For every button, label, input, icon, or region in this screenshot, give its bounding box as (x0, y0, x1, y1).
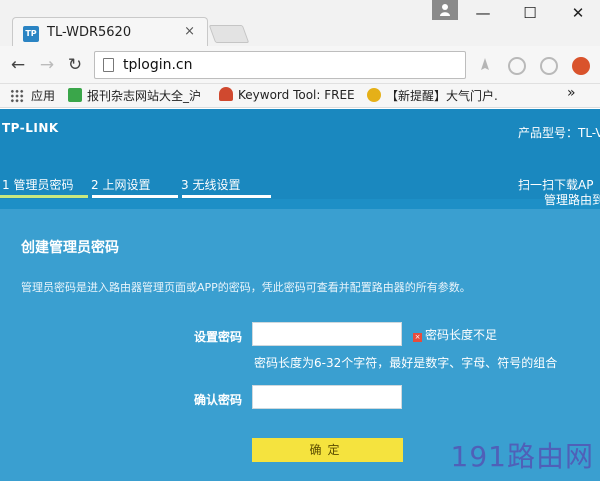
page-icon (103, 58, 114, 72)
password-error-text: 密码长度不足 (425, 328, 498, 342)
close-window-button[interactable]: ✕ (563, 4, 593, 22)
back-button[interactable]: ← (8, 55, 28, 75)
user-profile-button[interactable] (432, 0, 458, 20)
refresh-green-icon (68, 88, 82, 102)
router-setup-page: TP-LINK 产品型号：TL-V 1 管理员密码 2 上网设置 3 无线设置 … (0, 109, 600, 481)
tab-title: TL-WDR5620 (47, 25, 132, 40)
extension-icon[interactable] (540, 57, 558, 75)
set-password-label: 设置密码 (194, 330, 243, 344)
bookmark-apps[interactable]: 应用 (31, 87, 55, 104)
tab-close-icon[interactable]: × (184, 24, 195, 39)
apps-grid-icon[interactable] (10, 89, 24, 103)
extension-icon[interactable] (508, 57, 526, 75)
tp-link-favicon-icon: TP (23, 26, 39, 42)
bookmark-item[interactable]: 报刊杂志网站大全_沪 (68, 87, 201, 104)
forward-button[interactable]: → (37, 55, 57, 75)
browser-tab[interactable]: TP TL-WDR5620 × (12, 17, 208, 47)
confirm-password-label: 确认密码 (194, 393, 243, 407)
product-model-label: 产品型号：TL-V (518, 126, 600, 140)
router-header: TP-LINK 产品型号：TL-V 1 管理员密码 2 上网设置 3 无线设置 … (0, 109, 600, 223)
url-text: tplogin.cn (123, 57, 193, 73)
voice-extension-icon[interactable] (476, 56, 494, 76)
address-bar[interactable]: tplogin.cn (94, 51, 466, 79)
bookmark-item[interactable]: Keyword Tool: FREE (219, 87, 355, 102)
bookmarks-bar: 应用 报刊杂志网站大全_沪 Keyword Tool: FREE 【新提醒】大气… (0, 84, 600, 108)
step-progress-bar (92, 195, 178, 198)
bookmark-item[interactable]: 【新提醒】大气门户. (367, 87, 498, 104)
error-x-icon: × (413, 333, 422, 342)
minimize-button[interactable]: — (468, 4, 498, 22)
step-internet-settings[interactable]: 2 上网设置 (91, 176, 150, 193)
maximize-button[interactable]: ☐ (515, 4, 545, 22)
password-hint: 密码长度为6-32个字符，最好是数字、字母、符号的组合 (254, 356, 558, 370)
step-admin-password[interactable]: 1 管理员密码 (2, 176, 73, 193)
browser-toolbar: ← → ↻ tplogin.cn (0, 46, 600, 84)
step-progress-bar (182, 195, 271, 198)
card-description: 管理员密码是进入路由器管理页面或APP的密码，凭此密码可查看并配置路由器的所有参… (21, 281, 471, 294)
reload-button[interactable]: ↻ (65, 55, 85, 75)
site-watermark: 191路由网 (450, 440, 594, 473)
user-icon (440, 4, 450, 16)
submit-button[interactable]: 确定 (252, 438, 403, 462)
flame-icon (219, 87, 233, 101)
step-wireless-settings[interactable]: 3 无线设置 (181, 176, 240, 193)
step-progress-bar-active (0, 195, 88, 198)
card-title: 创建管理员密码 (21, 240, 119, 256)
new-tab-button[interactable] (208, 25, 250, 43)
tp-link-logo: TP-LINK (2, 121, 59, 135)
trophy-icon (367, 88, 381, 102)
scan-manage-router-text: 管理路由到 (544, 193, 600, 207)
set-password-input[interactable] (252, 322, 402, 346)
password-error: × 密码长度不足 (413, 326, 497, 343)
update-extension-icon[interactable] (572, 57, 590, 75)
more-bookmarks-icon[interactable]: » (567, 85, 576, 101)
confirm-password-input[interactable] (252, 385, 402, 409)
browser-titlebar: TP TL-WDR5620 × — ☐ ✕ (0, 0, 600, 47)
